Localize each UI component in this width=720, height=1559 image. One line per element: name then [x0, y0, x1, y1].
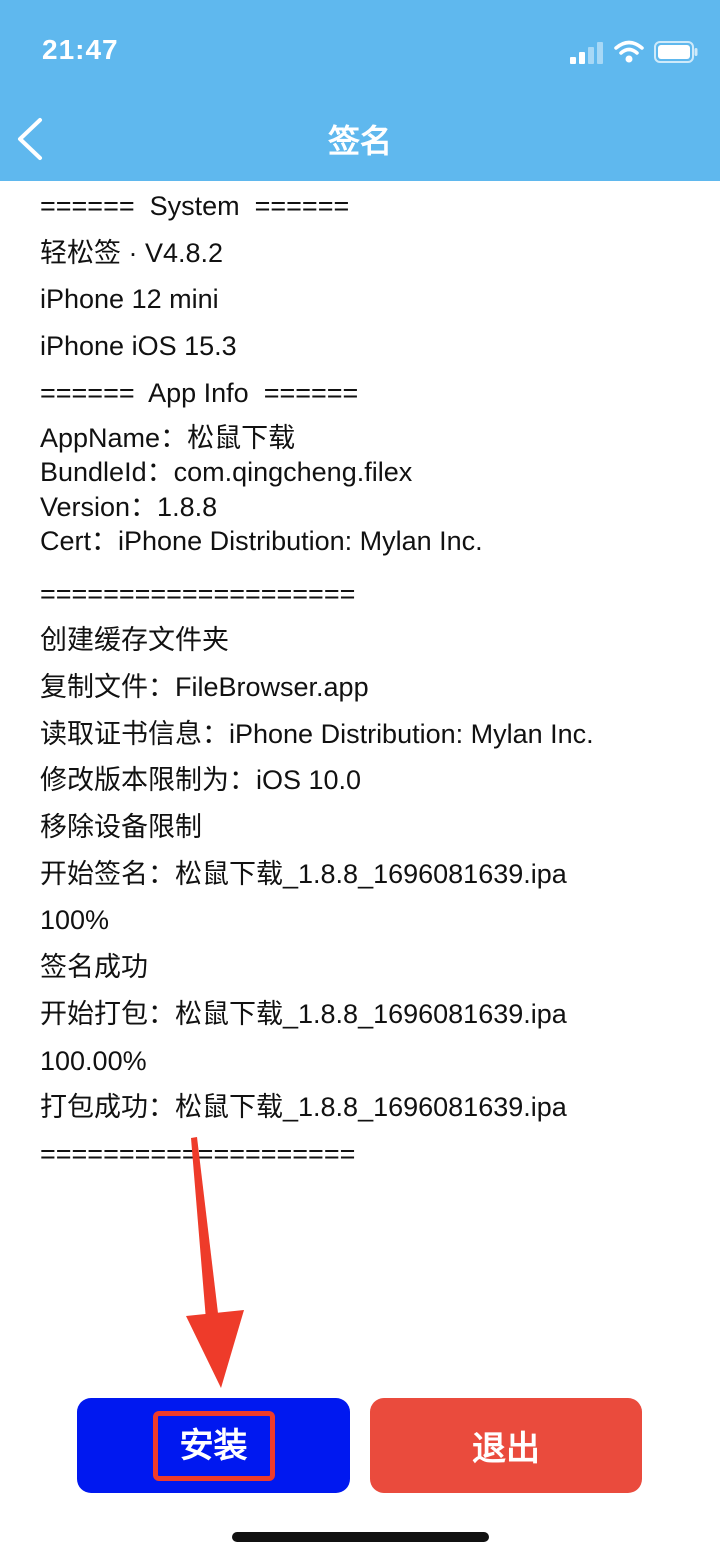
- header-bar: 21:47 签名: [0, 0, 720, 181]
- wifi-icon: [614, 40, 644, 63]
- log-line: BundleId：com.qingcheng.filex: [40, 457, 413, 488]
- log-line: 签名成功: [40, 952, 148, 983]
- log-line: ====== System ======: [40, 191, 350, 221]
- log-line: 修改版本限制为：iOS 10.0: [40, 765, 362, 796]
- log-line: AppName：松鼠下载: [40, 422, 296, 453]
- page-title: 签名: [327, 123, 392, 159]
- log-line: ====================: [40, 578, 356, 609]
- log-line: 打包成功：松鼠下载_1.8.8_1696081639.ipa: [40, 1092, 567, 1123]
- log-line: ====================: [40, 1131, 700, 1178]
- battery-icon: [654, 41, 698, 63]
- install-button-label: 安装: [152, 1410, 275, 1481]
- log-line: 创建缓存文件夹: [40, 625, 229, 656]
- log-line: iPhone 12 mini: [40, 284, 219, 315]
- log-line: 开始签名：松鼠下载_1.8.8_1696081639.ipa: [40, 858, 567, 889]
- annotation-arrow-icon: [186, 1137, 244, 1388]
- status-time: 21:47: [42, 34, 119, 65]
- signing-log: ====== System ====== 轻松签 · V4.8.2 iPhone…: [40, 183, 700, 1178]
- log-line: 复制文件：FileBrowser.app: [40, 671, 369, 702]
- log-line: 移除设备限制: [40, 812, 202, 843]
- install-button[interactable]: 安装: [77, 1398, 350, 1493]
- log-line: ====== App Info ======: [40, 377, 359, 408]
- log-line: 100%: [40, 905, 110, 936]
- log-line: 开始打包：松鼠下载_1.8.8_1696081639.ipa: [40, 998, 567, 1029]
- home-indicator: [232, 1532, 489, 1542]
- quit-button[interactable]: 退出: [370, 1398, 642, 1493]
- log-line: Cert：iPhone Distribution: Mylan Inc.: [40, 526, 483, 557]
- log-line: iPhone iOS 15.3: [40, 331, 237, 362]
- log-line: 轻松签 · V4.8.2: [40, 237, 224, 268]
- log-line: Version：1.8.8: [40, 491, 218, 522]
- quit-button-label: 退出: [472, 1430, 540, 1468]
- log-line: 100.00%: [40, 1045, 147, 1076]
- log-line: 读取证书信息：iPhone Distribution: Mylan Inc.: [40, 718, 594, 749]
- cellular-signal-icon: [570, 42, 603, 64]
